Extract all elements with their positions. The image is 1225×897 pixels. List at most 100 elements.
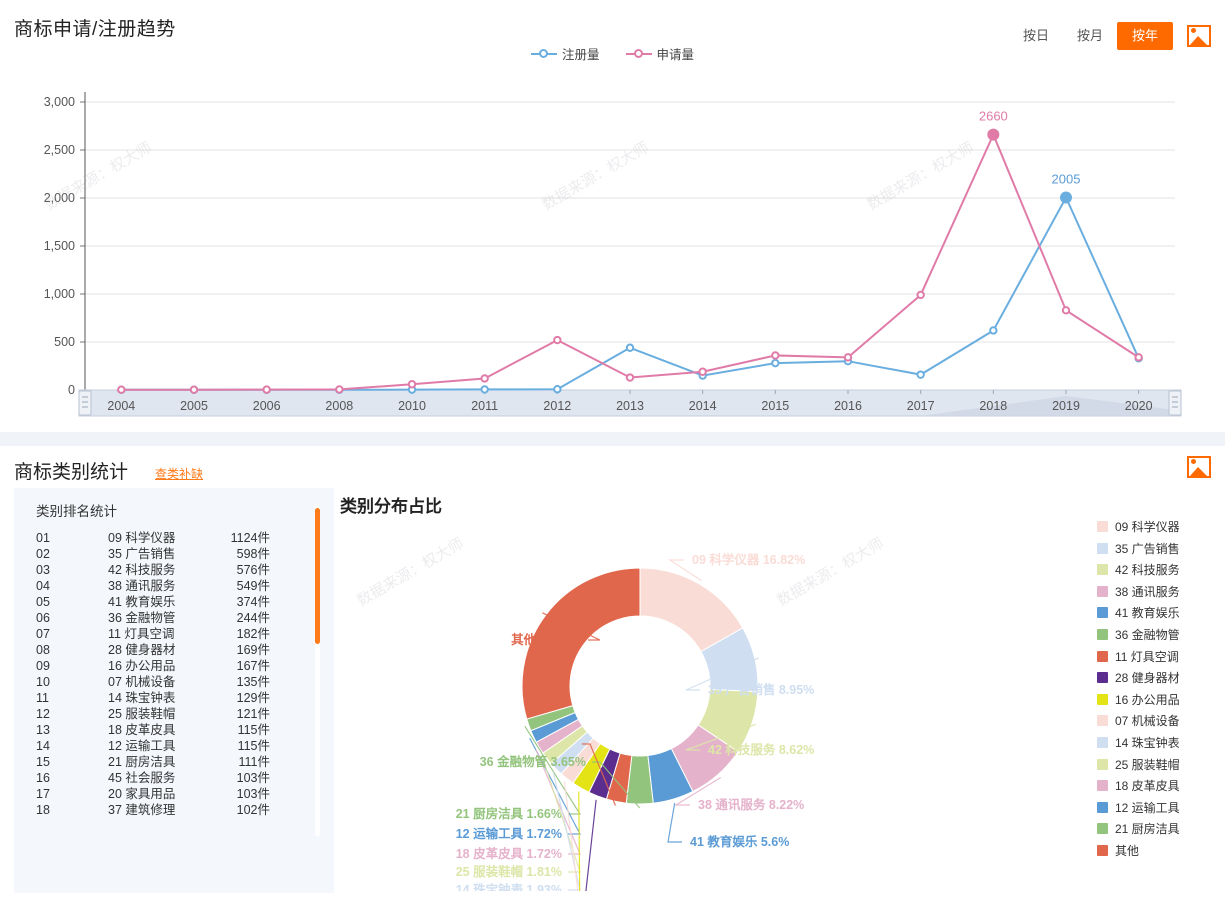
svg-text:42 科技服务 8.62%: 42 科技服务 8.62% — [708, 742, 814, 757]
rank-count: 576件 — [236, 563, 270, 577]
rank-count: 374件 — [236, 595, 270, 609]
donut-legend-label: 11 灯具空调 — [1115, 649, 1179, 664]
rank-index: 15 — [36, 755, 50, 769]
table-row[interactable]: 17 20 家具用品 103件 — [36, 786, 334, 802]
legend-swatch-icon — [1097, 736, 1108, 748]
donut-chart-svg: 09 科学仪器 16.82% 35 广告销售 8.95% 42 科技服务 8.62%… — [456, 552, 814, 897]
donut-legend-item[interactable]: 38 通讯服务 — [1097, 583, 1209, 600]
rank-index: 17 — [36, 787, 50, 801]
rank-count: 549件 — [236, 579, 270, 593]
legend-swatch-icon — [1097, 823, 1108, 835]
legend-swatch-icon — [1097, 715, 1108, 727]
trend-line-chart[interactable]: 0 500 1,000 1,500 2,000 2,500 3,000 2004 2005 200… — [0, 70, 1225, 420]
table-row[interactable]: 15 21 厨房洁具 111件 — [36, 754, 334, 770]
svg-text:38 通讯服务 8.22%: 38 通讯服务 8.22% — [698, 797, 804, 812]
donut-legend-label: 28 健身器材 — [1115, 671, 1180, 686]
svg-text:2016: 2016 — [834, 399, 862, 413]
svg-text:2,000: 2,000 — [44, 191, 75, 205]
table-row[interactable]: 02 35 广告销售 598件 — [36, 546, 334, 562]
rank-count: 111件 — [238, 755, 270, 769]
donut-legend: 09 科学仪器 35 广告销售 42 科技服务 38 通讯服务 41 教育娱乐 36 金融… — [1097, 518, 1209, 859]
donut-legend-item[interactable]: 09 科学仪器 — [1097, 518, 1209, 535]
rank-index: 12 — [36, 707, 50, 721]
svg-text:2017: 2017 — [907, 399, 935, 413]
table-row[interactable]: 18 37 建筑修理 102件 — [36, 802, 334, 818]
svg-text:其他 29.52%: 其他 29.52% — [511, 632, 582, 647]
donut-legend-item[interactable]: 14 珠宝钟表 — [1097, 734, 1209, 751]
donut-legend-item[interactable]: 25 服装鞋帽 — [1097, 756, 1209, 773]
rank-category-name: 42 科技服务 — [108, 563, 176, 577]
donut-legend-label: 16 办公用品 — [1115, 692, 1180, 707]
table-row[interactable]: 07 11 灯具空调 182件 — [36, 626, 334, 642]
rank-index: 04 — [36, 579, 50, 593]
svg-text:2005: 2005 — [1052, 172, 1081, 187]
legend-item-application[interactable]: 申请量 — [625, 44, 694, 63]
table-row[interactable]: 03 42 科技服务 576件 — [36, 562, 334, 578]
rank-category-name: 14 珠宝钟表 — [108, 691, 176, 705]
rank-index: 06 — [36, 611, 50, 625]
legend-swatch-icon — [1097, 585, 1108, 597]
svg-text:0: 0 — [68, 383, 75, 397]
table-row[interactable]: 11 14 珠宝钟表 129件 — [36, 690, 334, 706]
donut-legend-item[interactable]: 21 厨房洁具 — [1097, 820, 1209, 837]
category-title: 商标类别统计 — [14, 462, 129, 483]
table-row[interactable]: 12 25 服装鞋帽 121件 — [36, 706, 334, 722]
rank-index: 11 — [36, 691, 49, 705]
donut-legend-label: 38 通讯服务 — [1115, 584, 1180, 599]
legend-item-registration[interactable]: 注册量 — [530, 44, 600, 63]
donut-chart-title: 类别分布占比 — [340, 497, 442, 516]
rank-category-name: 35 广告销售 — [108, 547, 176, 561]
check-category-gap-link[interactable]: 查类补缺 — [155, 465, 203, 482]
donut-legend-item[interactable]: 28 健身器材 — [1097, 669, 1209, 686]
donut-legend-item[interactable]: 其他 — [1097, 842, 1209, 859]
svg-text:2006: 2006 — [253, 399, 281, 413]
table-row[interactable]: 10 07 机械设备 135件 — [36, 674, 334, 690]
table-row[interactable]: 14 12 运输工具 115件 — [36, 738, 334, 754]
legend-swatch-icon — [1097, 521, 1108, 532]
donut-legend-item[interactable]: 35 广告销售 — [1097, 540, 1209, 557]
donut-legend-item[interactable]: 42 科技服务 — [1097, 561, 1209, 578]
section-divider — [0, 432, 1225, 446]
rank-category-name: 36 金融物管 — [108, 611, 176, 625]
donut-legend-item[interactable]: 41 教育娱乐 — [1097, 604, 1209, 621]
donut-legend-item[interactable]: 18 皮革皮具 — [1097, 777, 1209, 794]
svg-text:41 教育娱乐 5.6%: 41 教育娱乐 5.6% — [690, 834, 789, 849]
rank-category-name: 21 厨房洁具 — [108, 755, 176, 769]
rank-index: 01 — [36, 531, 50, 545]
svg-text:1,500: 1,500 — [44, 239, 75, 253]
donut-legend-item[interactable]: 07 机械设备 — [1097, 712, 1209, 729]
svg-text:1,000: 1,000 — [44, 287, 75, 301]
table-row[interactable]: 04 38 通讯服务 549件 — [36, 578, 334, 594]
svg-text:500: 500 — [54, 335, 75, 349]
donut-legend-item[interactable]: 12 运输工具 — [1097, 799, 1209, 816]
image-export-icon-category[interactable] — [1187, 456, 1211, 478]
rank-index: 09 — [36, 659, 50, 673]
donut-legend-item[interactable]: 16 办公用品 — [1097, 691, 1209, 708]
table-row[interactable]: 01 09 科学仪器 1124件 — [36, 530, 334, 546]
rank-count: 169件 — [236, 643, 270, 657]
svg-text:25 服装鞋帽 1.81%: 25 服装鞋帽 1.81% — [456, 864, 562, 879]
rank-category-name: 20 家具用品 — [108, 787, 176, 801]
donut-legend-label: 09 科学仪器 — [1115, 520, 1180, 534]
rank-index: 14 — [36, 739, 50, 753]
trend-chart-svg: 0 500 1,000 1,500 2,000 2,500 3,000 2004 2005 200… — [44, 92, 1182, 417]
table-row[interactable]: 16 45 社会服务 103件 — [36, 770, 334, 786]
table-row[interactable]: 13 18 皮革皮具 115件 — [36, 722, 334, 738]
donut-legend-label: 25 服装鞋帽 — [1115, 757, 1180, 772]
legend-swatch-icon — [1097, 650, 1108, 662]
table-row[interactable]: 05 41 教育娱乐 374件 — [36, 594, 334, 610]
rank-count: 598件 — [236, 547, 270, 561]
category-donut-chart[interactable]: 09 科学仪器 16.82% 35 广告销售 8.95% 42 科技服务 8.62%… — [340, 516, 1100, 897]
rank-count: 182件 — [236, 627, 270, 641]
donut-legend-item[interactable]: 36 金融物管 — [1097, 626, 1209, 643]
donut-legend-label: 21 厨房洁具 — [1115, 822, 1180, 837]
svg-text:2004: 2004 — [107, 399, 135, 413]
table-row[interactable]: 09 16 办公用品 167件 — [36, 658, 334, 674]
svg-text:35 广告销售 8.95%: 35 广告销售 8.95% — [708, 682, 814, 697]
table-row[interactable]: 06 36 金融物管 244件 — [36, 610, 334, 626]
rank-scrollbar-thumb[interactable] — [315, 508, 320, 644]
legend-swatch-icon — [1097, 844, 1108, 856]
donut-legend-label: 41 教育娱乐 — [1115, 606, 1180, 621]
donut-legend-item[interactable]: 11 灯具空调 — [1097, 648, 1209, 665]
table-row[interactable]: 08 28 健身器材 169件 — [36, 642, 334, 658]
